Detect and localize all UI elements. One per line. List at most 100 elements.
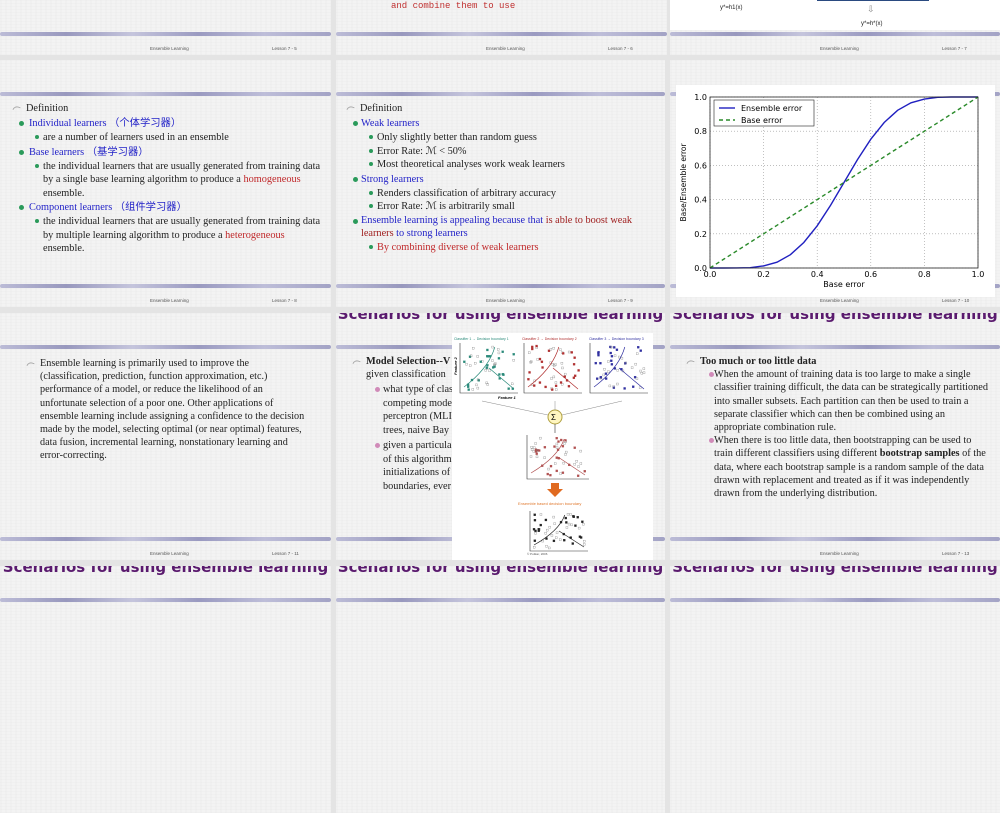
data-point	[528, 371, 531, 374]
data-point	[583, 540, 586, 543]
slide-15[interactable]: Scenarios for using ensemble learning	[336, 566, 665, 813]
data-point	[573, 463, 576, 466]
data-point	[488, 369, 491, 372]
data-point	[463, 360, 466, 363]
data-point	[530, 360, 533, 363]
divider	[0, 92, 331, 96]
data-point	[529, 455, 533, 458]
data-point	[552, 515, 555, 519]
decision-boundary	[463, 346, 515, 390]
footer-title: Ensemble Learning	[486, 46, 525, 51]
data-point	[491, 345, 494, 349]
data-point	[576, 516, 579, 519]
data-point	[530, 446, 533, 449]
divider	[0, 284, 331, 288]
data-point	[533, 513, 536, 516]
list-item: are a number of learners used in an ense…	[13, 131, 321, 145]
slide-16[interactable]: Scenarios for using ensemble learning	[670, 566, 1000, 813]
data-point	[557, 440, 560, 443]
slide-12[interactable]: Scenarios for using ensemble learning Mo…	[336, 313, 665, 560]
footer-lesson: Lesson 7 - 6	[608, 46, 633, 51]
data-point	[550, 534, 554, 537]
data-point	[552, 347, 555, 350]
footer-lesson: Lesson 7 - 13	[942, 551, 970, 556]
data-point	[632, 385, 635, 388]
data-point	[623, 387, 626, 390]
data-point	[551, 363, 555, 366]
data-point	[534, 532, 537, 535]
slide-8[interactable]: Definition Individual learners （个体学习器） a…	[0, 60, 331, 307]
data-point	[467, 388, 470, 391]
equation: y*=h1(x)	[720, 5, 743, 11]
data-point	[538, 381, 542, 384]
data-point	[569, 513, 572, 516]
footer-lesson: Lesson 7 - 10	[942, 298, 970, 303]
data-point	[535, 452, 538, 455]
data-point	[642, 371, 646, 374]
data-point	[539, 436, 542, 440]
heading: Definition	[13, 101, 321, 116]
chart-svg: 0.0 0.2 0.4 0.6 0.8 1.00.00.20.40.60.81.0Base…	[679, 93, 984, 289]
data-point	[550, 377, 553, 380]
data-point	[572, 515, 575, 518]
data-point	[573, 356, 576, 359]
data-point	[572, 363, 576, 366]
data-point	[484, 369, 487, 372]
data-point	[562, 352, 565, 355]
caption: Ensemble based decision boundary	[518, 501, 581, 506]
data-point	[609, 351, 612, 355]
data-point	[565, 526, 569, 529]
caption: Classifier 3 → Decision boundary 3	[589, 337, 644, 341]
slide-14[interactable]: Scenarios for using ensemble learning	[0, 566, 331, 813]
data-point	[577, 526, 581, 530]
data-point	[527, 378, 530, 381]
list-item: Individual learners （个体学习器）	[13, 116, 321, 131]
data-point	[597, 351, 600, 354]
data-point	[561, 445, 565, 448]
slide-7[interactable]: y*=h1(x) ⇩ y*=h*(x) Ensemble Learning Le…	[670, 0, 1000, 55]
data-point	[616, 382, 619, 386]
footer-lesson: Lesson 7 - 8	[272, 298, 297, 303]
data-point	[577, 465, 580, 468]
data-point	[624, 362, 627, 365]
legend-label: Base error	[741, 116, 783, 125]
slide-9[interactable]: Definition Weak learners Only slightly b…	[336, 60, 665, 307]
data-point	[634, 362, 637, 366]
data-point	[548, 525, 551, 529]
data-point	[615, 348, 619, 351]
data-point	[642, 367, 646, 370]
data-point	[537, 529, 540, 532]
footer-lesson: Lesson 7 - 11	[272, 551, 299, 556]
data-point	[639, 369, 642, 373]
data-point	[533, 384, 536, 387]
data-point	[613, 354, 617, 357]
data-point	[477, 379, 480, 382]
data-point	[572, 376, 576, 379]
data-point	[560, 438, 563, 442]
y-axis-label: Feature 2	[453, 356, 458, 375]
data-point	[538, 449, 541, 452]
data-point	[570, 351, 573, 354]
data-point	[559, 381, 563, 384]
data-point	[552, 539, 556, 543]
slide-10[interactable]: 0.0 0.2 0.4 0.6 0.8 1.0 0.0 0.2 0.4 0.6 0.8 1.0 Base…	[670, 60, 1000, 307]
data-point	[635, 377, 639, 380]
slide-5[interactable]: Ensemble Learning Lesson 7 - 5	[0, 0, 331, 55]
data-point	[466, 385, 470, 388]
data-point	[564, 453, 567, 456]
data-point	[613, 346, 616, 349]
data-point	[633, 375, 637, 379]
list-item: Renders classification of arbitrary accu…	[347, 187, 655, 201]
slide-13[interactable]: Scenarios for using ensemble learning To…	[670, 313, 1000, 560]
data-point	[546, 528, 549, 532]
divider	[0, 598, 331, 602]
data-point	[567, 522, 571, 526]
caption: Classifier 2 → Decision boundary 2	[522, 337, 577, 341]
slide-11[interactable]: Ensemble learning is primarily used to i…	[0, 313, 331, 560]
combiner-box	[817, 0, 929, 1]
data-point	[578, 535, 582, 538]
data-point	[610, 355, 614, 358]
slide-6[interactable]: and combine them to use Ensemble Learnin…	[336, 0, 667, 55]
list-item: Error Rate: ℳ is arbitrarily small	[347, 200, 655, 214]
credit: © Polikar, 2006	[527, 552, 548, 556]
